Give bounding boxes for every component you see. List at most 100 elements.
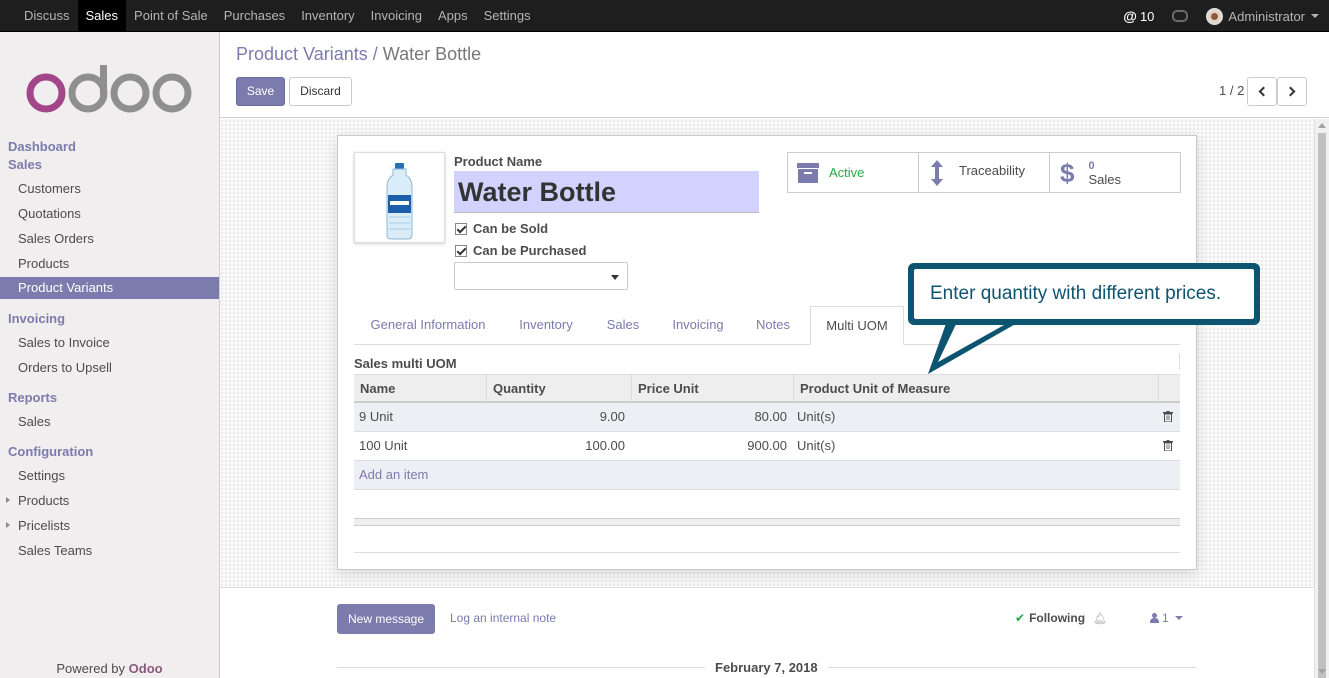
can-be-purchased-row[interactable]: Can be Purchased: [455, 243, 586, 258]
following-button[interactable]: ✔ Following 🔔︎: [1015, 611, 1107, 625]
tab-invoicing[interactable]: Invoicing: [656, 306, 740, 345]
at-icon: @: [1123, 8, 1137, 24]
sidebar-item-sales-orders[interactable]: Sales Orders: [18, 231, 94, 246]
pager-previous-button[interactable]: [1247, 77, 1277, 106]
cell-quantity[interactable]: 9.00: [487, 403, 625, 431]
water-bottle-image: [386, 163, 413, 240]
traceability-smart-button[interactable]: Traceability: [918, 152, 1050, 193]
add-item-row: Add an item: [354, 461, 1180, 490]
sidebar-item-config-products[interactable]: Products: [18, 493, 69, 508]
powered-brand-link[interactable]: Odoo: [129, 661, 163, 676]
column-header-quantity[interactable]: Quantity: [487, 375, 632, 402]
caret-down-icon: [1311, 14, 1319, 18]
can-be-sold-checkbox[interactable]: [455, 222, 467, 235]
tab-inventory[interactable]: Inventory: [502, 306, 590, 345]
trash-icon[interactable]: [1163, 411, 1173, 422]
expand-triangle-icon[interactable]: [6, 497, 10, 503]
column-header-name[interactable]: Name: [354, 375, 487, 402]
pager-value[interactable]: 1 / 2: [1219, 83, 1244, 98]
table-row[interactable]: 100 Unit 100.00 900.00 Unit(s): [354, 432, 1180, 461]
sidebar-item-products[interactable]: Products: [18, 256, 69, 271]
check-icon: ✔: [1015, 611, 1026, 625]
scrollbar[interactable]: [1314, 119, 1329, 678]
product-name-label: Product Name: [454, 154, 543, 169]
menu-purchases[interactable]: Purchases: [216, 0, 293, 32]
mentions-count: 10: [1139, 8, 1155, 24]
menu-apps[interactable]: Apps: [430, 0, 476, 32]
breadcrumb-separator: /: [372, 44, 378, 64]
cell-uom[interactable]: Unit(s): [797, 403, 1097, 431]
log-note-button[interactable]: Log an internal note: [450, 611, 556, 625]
mentions-indicator[interactable]: @ 10: [1123, 8, 1154, 24]
sidebar-item-sales-to-invoice[interactable]: Sales to Invoice: [18, 335, 110, 350]
cell-uom[interactable]: Unit(s): [797, 432, 1097, 460]
sidebar-section-configuration[interactable]: Configuration: [8, 444, 93, 459]
breadcrumb-parent[interactable]: Product Variants: [236, 44, 368, 64]
sidebar-item-sales-teams[interactable]: Sales Teams: [18, 543, 92, 558]
save-button[interactable]: Save: [236, 77, 285, 106]
trash-icon[interactable]: [1163, 440, 1173, 451]
sidebar-item-pricelists[interactable]: Pricelists: [18, 518, 70, 533]
followers-button[interactable]: 1: [1150, 611, 1183, 625]
bell-icon[interactable]: 🔔︎: [1093, 612, 1107, 625]
systray: @ 10 Administrator: [1105, 0, 1319, 32]
section-title: Sales multi UOM: [354, 356, 457, 371]
tab-multi-uom[interactable]: Multi UOM: [810, 306, 904, 345]
active-smart-button[interactable]: Active: [787, 152, 919, 193]
can-be-sold-row[interactable]: Can be Sold: [455, 221, 548, 236]
date-label: February 7, 2018: [705, 660, 828, 675]
user-menu[interactable]: Administrator: [1206, 7, 1319, 25]
sales-smart-button[interactable]: $ 0 Sales: [1049, 152, 1181, 193]
scrollbar-thumb[interactable]: [1318, 133, 1326, 678]
user-icon: [1150, 613, 1159, 623]
sidebar-section-invoicing[interactable]: Invoicing: [8, 311, 65, 326]
form-sheet: Product Name Water Bottle Can be Sold Ca…: [337, 135, 1197, 570]
cell-price-unit[interactable]: 80.00: [632, 403, 787, 431]
cell-price-unit[interactable]: 900.00: [632, 432, 787, 460]
can-be-purchased-checkbox[interactable]: [455, 244, 467, 257]
messaging-menu[interactable]: [1172, 10, 1189, 22]
divider: [354, 552, 1180, 553]
sidebar-item-product-variants[interactable]: Product Variants: [0, 277, 219, 299]
sidebar-section-sales[interactable]: Sales: [8, 157, 42, 172]
followers-count: 1: [1162, 611, 1169, 625]
product-name-input[interactable]: Water Bottle: [454, 171, 759, 213]
column-header-price-unit[interactable]: Price Unit: [632, 375, 794, 402]
tab-sales[interactable]: Sales: [590, 306, 656, 345]
sidebar-item-settings[interactable]: Settings: [18, 468, 65, 483]
menu-invoicing[interactable]: Invoicing: [363, 0, 430, 32]
product-select[interactable]: [454, 262, 628, 290]
sidebar-section-dashboard[interactable]: Dashboard: [8, 139, 76, 154]
sidebar-item-customers[interactable]: Customers: [18, 181, 81, 196]
chevron-right-icon: [1285, 86, 1296, 97]
scroll-down-icon[interactable]: [1318, 669, 1326, 674]
archive-icon: [797, 162, 819, 183]
table-row[interactable]: 9 Unit 9.00 80.00 Unit(s): [354, 403, 1180, 432]
add-item-link[interactable]: Add an item: [359, 461, 428, 489]
tab-general-information[interactable]: General Information: [354, 306, 502, 345]
cell-name[interactable]: 9 Unit: [359, 403, 484, 431]
expand-triangle-icon[interactable]: [6, 522, 10, 528]
sidebar: Dashboard Sales Customers Quotations Sal…: [0, 32, 220, 678]
chatter: New message Log an internal note ✔ Follo…: [220, 587, 1314, 678]
discard-button[interactable]: Discard: [289, 77, 352, 106]
callout-text: Enter quantity with different prices.: [913, 268, 1255, 320]
menu-discuss[interactable]: Discuss: [16, 0, 78, 32]
sidebar-section-reports[interactable]: Reports: [8, 390, 57, 405]
product-image[interactable]: [354, 152, 445, 243]
powered-prefix: Powered by: [56, 661, 126, 676]
cell-quantity[interactable]: 100.00: [487, 432, 625, 460]
new-message-button[interactable]: New message: [337, 604, 435, 634]
sidebar-item-orders-to-upsell[interactable]: Orders to Upsell: [18, 360, 112, 375]
menu-inventory[interactable]: Inventory: [293, 0, 362, 32]
tab-notes[interactable]: Notes: [740, 306, 806, 345]
cell-name[interactable]: 100 Unit: [359, 432, 484, 460]
sidebar-item-quotations[interactable]: Quotations: [18, 206, 81, 221]
scroll-up-icon[interactable]: [1318, 123, 1326, 128]
pager-next-button[interactable]: [1277, 77, 1307, 106]
menu-point-of-sale[interactable]: Point of Sale: [126, 0, 216, 32]
menu-settings[interactable]: Settings: [476, 0, 539, 32]
sidebar-item-reports-sales[interactable]: Sales: [18, 414, 51, 429]
menu-sales[interactable]: Sales: [77, 0, 127, 32]
sales-label: Sales: [1088, 171, 1121, 187]
